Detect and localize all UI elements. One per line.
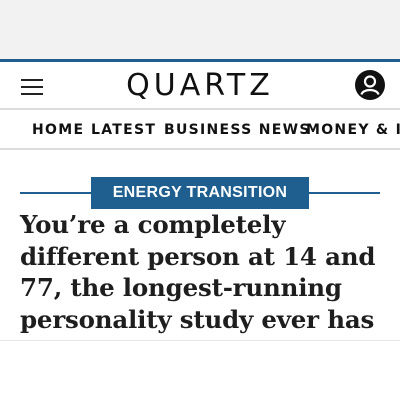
site-logo[interactable]: QUARTZ [126,68,274,103]
site-header: QUARTZ [0,59,400,108]
kicker-rule-right [309,192,380,194]
user-account-icon[interactable] [355,70,385,100]
category-kicker[interactable]: ENERGY TRANSITION [91,177,309,209]
nav-item-home[interactable]: HOME [32,122,84,138]
nav-item-money[interactable]: MONEY & I [306,122,400,138]
content-divider [0,340,400,341]
menu-bar [21,93,43,95]
hamburger-menu-icon[interactable] [21,79,43,96]
nav-item-latest[interactable]: LATEST [91,122,156,138]
headline-viewport: You’re a completely different person at … [0,209,400,340]
article-headline: You’re a completely different person at … [20,210,376,334]
menu-bar [21,86,43,88]
menu-bar [21,79,43,81]
logo-container: QUARTZ [0,67,400,105]
kicker-rule-left [20,192,91,194]
nav-item-business-news[interactable]: BUSINESS NEWS [164,122,311,138]
section-nav: HOME LATEST BUSINESS NEWS MONEY & I [0,108,400,150]
top-banner-area [0,0,400,59]
